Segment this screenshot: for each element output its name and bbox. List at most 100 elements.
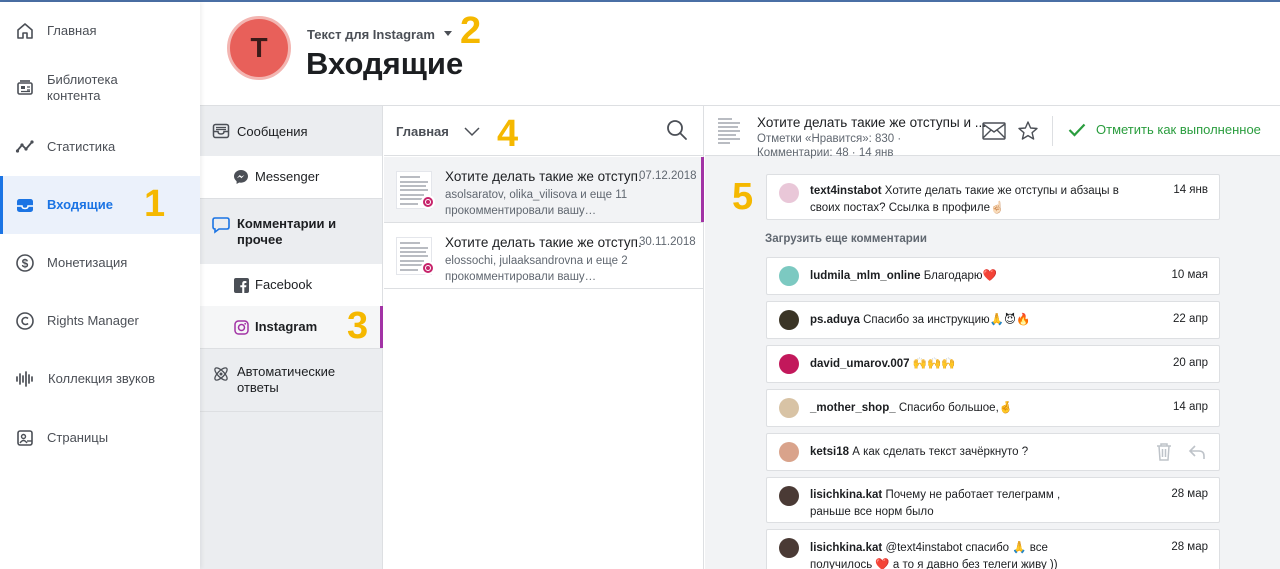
comment-date: 28 мар (1171, 488, 1208, 500)
page-header: T Текст для Instagram Входящие (200, 2, 1280, 106)
subnav-messenger[interactable]: Messenger (200, 156, 382, 198)
dollar-icon: $ (14, 252, 36, 274)
subnav-auto-replies-label: Автоматические ответы (237, 364, 336, 395)
comment-user[interactable]: ketsi18 (810, 446, 849, 458)
sidebar-item-library[interactable]: Библиотека контента (0, 66, 200, 110)
thread-list-header: Главная (384, 106, 704, 156)
subnav-facebook-label: Facebook (255, 277, 313, 292)
comment-user[interactable]: lisichkina.kat (810, 489, 882, 501)
thread-detail: Хотите делать такие же отступы и ... Отм… (705, 106, 1280, 569)
subnav-comments-label: Комментарии и прочее (237, 216, 337, 247)
detail-comments-count: Комментарии: 48 · 14 янв (757, 147, 894, 159)
annotation-marker-3: 3 (347, 305, 369, 347)
comment-body: Спасибо за инструкцию🙏😈🔥 (863, 314, 1031, 326)
mark-done-button[interactable]: Отметить как выполненное (1068, 122, 1261, 137)
subnav-instagram-label: Instagram (255, 319, 318, 334)
sidebar-item-label: Страницы (47, 430, 109, 445)
search-icon[interactable] (665, 118, 689, 142)
comment-date: 14 янв (1173, 184, 1208, 196)
sidebar-item-stats[interactable]: Статистика (0, 130, 200, 164)
sidebar-item-label: Коллекция звуков (48, 371, 156, 386)
comment-actions (1155, 442, 1207, 467)
comment-user[interactable]: text4instabot (810, 185, 882, 197)
comment-date: 10 мая (1171, 269, 1208, 281)
comment-card[interactable]: ketsi18 А как сделать текст зачёркнуто ? (766, 433, 1220, 471)
thread-list: Главная Хотите делать такие же отступ...… (384, 106, 704, 569)
comment-text: lisichkina.kat Почему не работает телегр… (810, 487, 1090, 521)
subnav-auto-replies[interactable]: Автоматические ответы (200, 349, 382, 411)
subnav-facebook[interactable]: Facebook (200, 264, 382, 306)
star-icon[interactable] (1017, 120, 1039, 142)
page-title: Входящие (306, 46, 464, 81)
mail-icon[interactable] (982, 121, 1006, 141)
comment-card[interactable]: lisichkina.kat @text4instabot спасибо 🙏 … (766, 529, 1220, 569)
thread-item[interactable]: Хотите делать такие же отступ... 30.11.2… (384, 223, 704, 289)
comment-body: 🙌🙌🙌 (912, 358, 956, 370)
page-avatar[interactable]: T (227, 16, 291, 80)
annotation-marker-4: 4 (497, 113, 519, 155)
caret-down-icon[interactable] (444, 31, 452, 36)
detail-meta: Отметки «Нравится»: 830 · Комментарии: 4… (757, 132, 937, 160)
thread-item[interactable]: Хотите делать такие же отступ... 07.12.2… (384, 157, 704, 223)
thread-filter-label[interactable]: Главная (396, 124, 449, 139)
detail-title: Хотите делать такие же отступы и ... (757, 115, 986, 130)
messenger-icon (232, 168, 250, 186)
thread-title: Хотите делать такие же отступ... (445, 169, 641, 184)
comment-text: david_umarov.007 🙌🙌🙌 (810, 356, 1110, 373)
comment-user[interactable]: ludmila_mlm_online (810, 270, 921, 282)
comment-card[interactable]: ps.aduya Спасибо за инструкцию🙏😈🔥 22 апр (766, 301, 1220, 339)
comment-card[interactable]: lisichkina.kat Почему не работает телегр… (766, 477, 1220, 523)
avatar (779, 310, 799, 330)
comment-body: А как сделать текст зачёркнуто ? (852, 446, 1029, 458)
comment-text: ludmila_mlm_online Благодарю❤️ (810, 268, 1110, 285)
trash-icon[interactable] (1155, 442, 1173, 467)
comment-user[interactable]: david_umarov.007 (810, 358, 910, 370)
instagram-badge-icon (421, 261, 435, 275)
reply-icon[interactable] (1187, 442, 1207, 467)
sidebar-item-rights-manager[interactable]: Rights Manager (0, 304, 200, 338)
instagram-badge-icon (421, 195, 435, 209)
comment-user[interactable]: lisichkina.kat (810, 542, 882, 554)
chevron-down-icon[interactable] (464, 124, 480, 140)
thread-date: 07.12.2018 (639, 170, 697, 182)
svg-text:$: $ (22, 257, 29, 271)
subnav-comments[interactable]: Комментарии и прочее (200, 199, 382, 263)
comment-user[interactable]: _mother_shop_ (810, 402, 896, 414)
comment-body: Спасибо большое,🤞 (898, 402, 1014, 414)
subnav-messages[interactable]: Сообщения (200, 106, 382, 156)
comment-text: ps.aduya Спасибо за инструкцию🙏😈🔥 (810, 312, 1110, 329)
comment-text: ketsi18 А как сделать текст зачёркнуто ? (810, 444, 1110, 461)
facebook-icon (232, 276, 250, 294)
annotation-marker-1: 1 (144, 183, 166, 225)
comment-card[interactable]: david_umarov.007 🙌🙌🙌 20 апр (766, 345, 1220, 383)
post-card[interactable]: text4instabot Хотите делать такие же отс… (766, 174, 1220, 220)
mark-done-label: Отметить как выполненное (1096, 122, 1261, 137)
copyright-icon (14, 310, 36, 332)
avatar (779, 183, 799, 203)
checkmark-icon (1068, 123, 1086, 137)
comment-user[interactable]: ps.aduya (810, 314, 860, 326)
sidebar-item-inbox[interactable]: Входящие (0, 176, 200, 234)
sidebar-item-pages[interactable]: Страницы (0, 421, 200, 455)
divider (1052, 116, 1053, 146)
avatar (779, 486, 799, 506)
comment-text: text4instabot Хотите делать такие же отс… (810, 183, 1140, 217)
thread-title: Хотите делать такие же отступ... (445, 235, 641, 250)
thread-date: 30.11.2018 (639, 236, 696, 248)
load-more-comments-link[interactable]: Загрузить еще комментарии (765, 233, 927, 245)
left-sidebar: Главная Библиотека контента Статистика В… (0, 2, 200, 569)
sidebar-item-label: Главная (47, 23, 97, 38)
page-switcher[interactable]: Текст для Instagram (307, 27, 435, 42)
comment-bubble-icon (212, 216, 230, 234)
annotation-marker-2: 2 (460, 10, 482, 52)
sidebar-item-sound-collection[interactable]: Коллекция звуков (0, 362, 200, 396)
comment-date: 22 апр (1172, 313, 1208, 325)
sidebar-item-monetization[interactable]: $ Монетизация (0, 246, 200, 280)
comment-card[interactable]: _mother_shop_ Спасибо большое,🤞 14 апр (766, 389, 1220, 427)
comment-text: _mother_shop_ Спасибо большое,🤞 (810, 400, 1110, 417)
sidebar-item-home[interactable]: Главная (0, 14, 200, 48)
avatar (779, 398, 799, 418)
sidebar-item-label: Статистика (47, 139, 116, 154)
detail-header: Хотите делать такие же отступы и ... Отм… (705, 106, 1280, 159)
comment-card[interactable]: ludmila_mlm_online Благодарю❤️ 10 мая (766, 257, 1220, 295)
